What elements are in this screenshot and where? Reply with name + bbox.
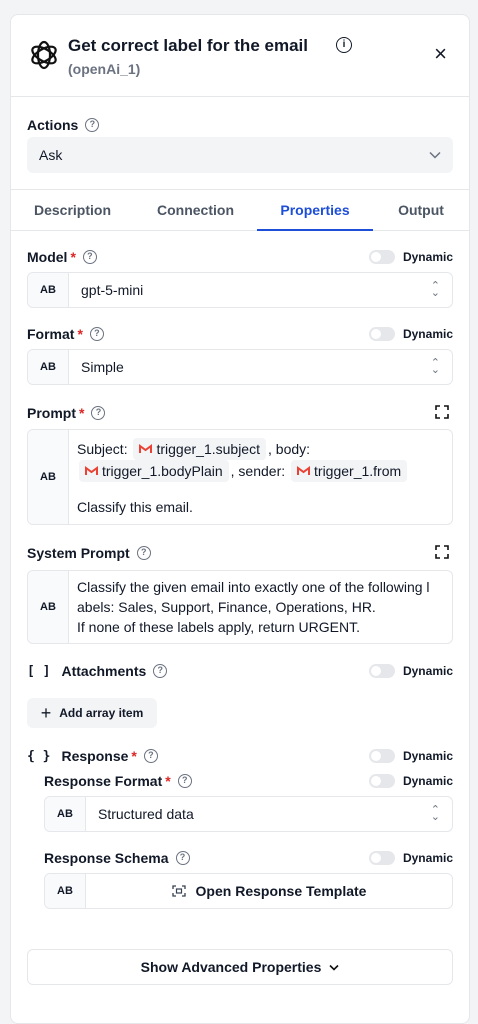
chevron-down-icon [429,151,441,159]
variable-chip[interactable]: trigger_1.subject [133,438,266,460]
response-schema-field: AB Open Response Template [44,873,453,909]
open-response-template-button[interactable]: Open Response Template [86,874,452,908]
panel-header: Get correct label for the email i (openA… [11,15,469,97]
tab-description[interactable]: Description [11,190,134,230]
text-type-badge: AB [28,273,69,307]
response-format-dynamic-toggle[interactable]: Dynamic [368,774,453,788]
show-advanced-properties-button[interactable]: Show Advanced Properties [27,949,453,985]
help-icon[interactable]: ? [175,851,190,865]
plus-icon: + [40,702,52,723]
close-icon[interactable]: × [434,43,447,65]
expand-icon[interactable] [435,545,449,559]
help-icon[interactable]: ? [91,406,106,420]
text-type-badge: AB [45,797,86,831]
up-down-chevron-icon: ⌃ ⌄ [430,804,440,823]
format-select[interactable]: AB Simple ⌃ ⌄ [27,349,453,385]
properties-panel: Get correct label for the email i (openA… [10,14,470,1024]
system-prompt-input[interactable]: AB Classify the given email into exactly… [27,570,453,644]
actions-select[interactable]: Ask [27,137,453,173]
object-bracket-icon: { } [27,748,51,764]
toggle-switch[interactable] [368,774,395,788]
expand-icon[interactable] [435,405,449,419]
info-icon[interactable]: i [336,37,352,53]
prompt-label: Prompt *? [27,405,106,421]
format-dynamic-toggle[interactable]: Dynamic [368,327,453,341]
toggle-switch[interactable] [368,664,395,678]
add-array-item-button[interactable]: + Add array item [27,698,157,728]
actions-value: Ask [39,147,63,163]
gmail-icon [139,444,153,453]
response-format-label: Response Format *? [44,773,192,789]
response-dynamic-toggle[interactable]: Dynamic [368,749,453,763]
help-icon[interactable]: ? [85,118,100,132]
tab-properties[interactable]: Properties [257,190,373,231]
node-title: Get correct label for the email [68,36,308,55]
toggle-switch[interactable] [368,749,395,763]
model-label: Model *? [27,249,97,265]
attachments-dynamic-toggle[interactable]: Dynamic [368,664,453,678]
response-schema-label: Response Schema? [44,850,190,866]
model-select[interactable]: AB gpt-5-mini ⌃ ⌄ [27,272,453,308]
response-schema-dynamic-toggle[interactable]: Dynamic [368,851,453,865]
up-down-chevron-icon: ⌃ ⌄ [430,357,440,376]
toggle-switch[interactable] [368,851,395,865]
help-icon[interactable]: ? [89,327,104,341]
actions-label: Actions? [27,117,100,133]
array-bracket-icon: [ ] [27,663,51,679]
openai-logo-icon [31,40,57,70]
toggle-switch[interactable] [368,250,395,264]
help-icon[interactable]: ? [82,250,97,264]
help-icon[interactable]: ? [136,546,151,560]
response-format-select[interactable]: AB Structured data ⌃ ⌄ [44,796,453,832]
prompt-line: Classify this email. [77,499,193,515]
help-icon[interactable]: ? [153,664,168,678]
tab-bar: Description Connection Properties Output [11,189,469,231]
chevron-down-icon [329,964,339,971]
format-value: Simple [81,359,124,375]
system-prompt-label: System Prompt? [27,545,151,561]
gmail-icon [85,466,98,475]
text-type-badge: AB [45,874,86,908]
model-dynamic-toggle[interactable]: Dynamic [368,250,453,264]
format-label: Format *? [27,326,104,342]
tab-output[interactable]: Output [373,190,469,230]
node-id: (openAi_1) [68,61,141,77]
up-down-chevron-icon: ⌃ ⌄ [430,280,440,299]
text-type-badge: AB [28,350,69,384]
prompt-input[interactable]: AB Subject: trigger_1.subject, body: tri… [27,429,453,525]
tab-connection[interactable]: Connection [134,190,257,230]
toggle-switch[interactable] [368,327,395,341]
response-label: { } Response *? [27,748,158,764]
help-icon[interactable]: ? [143,749,158,763]
text-type-badge: AB [28,571,69,643]
response-format-value: Structured data [98,806,194,822]
text-type-badge: AB [28,430,69,524]
variable-chip[interactable]: trigger_1.bodyPlain [79,460,229,482]
help-icon[interactable]: ? [177,774,192,788]
variable-chip[interactable]: trigger_1.from [291,460,408,482]
template-icon [171,885,186,897]
gmail-icon [297,466,311,475]
model-value: gpt-5-mini [81,282,144,298]
attachments-label: [ ] Attachments? [27,663,168,679]
